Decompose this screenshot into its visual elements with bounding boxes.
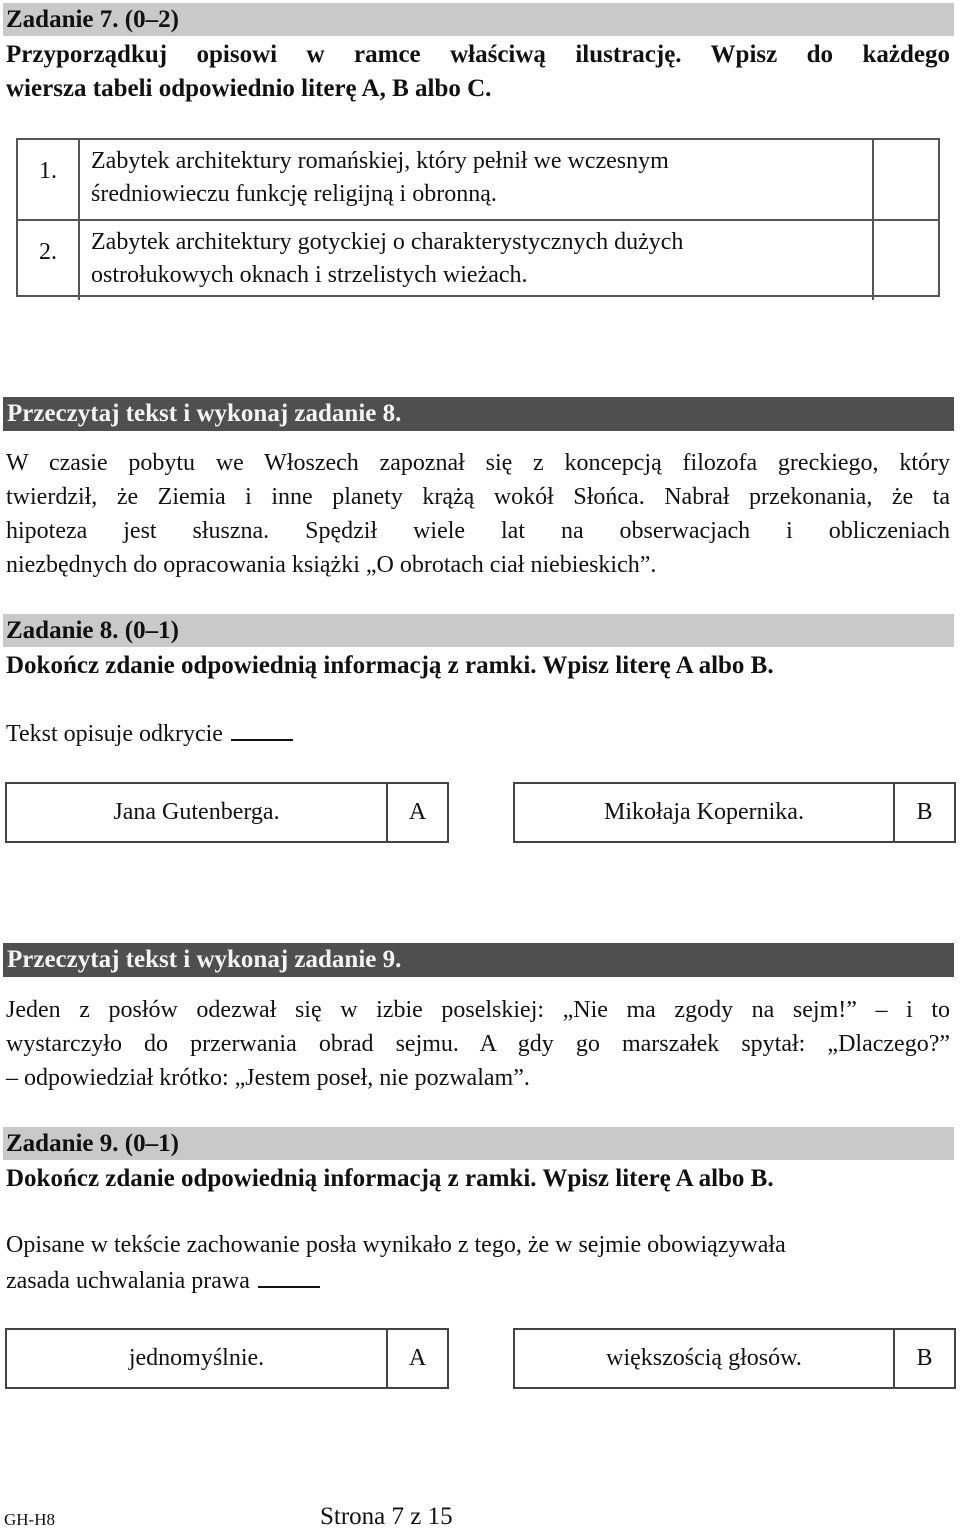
answer-blank[interactable] [230, 715, 293, 741]
task7-instruction-line: Przyporządkuj opisowi w ramce właściwą i… [6, 41, 950, 68]
answer-cell[interactable] [872, 140, 938, 219]
option-letter: B [893, 784, 954, 841]
task7-header-bar: Zadanie 7. (0–2) [3, 3, 954, 36]
row-description-line: ostrołukowych oknach i strzelistych wież… [91, 262, 528, 288]
answer-blank[interactable] [257, 1262, 320, 1288]
task9-sentence: Opisane w tekście zachowanie posła wynik… [6, 1228, 950, 1298]
task8-sentence-wrap: Tekst opisuje odkrycie [6, 715, 950, 751]
option-text: Mikołaja Kopernika. [604, 799, 804, 825]
task7-header: Zadanie 7. (0–2) [6, 6, 179, 33]
task8-header: Zadanie 8. (0–1) [6, 617, 179, 644]
reading8-header-bar: Przeczytaj tekst i wykonaj zadanie 8. [3, 397, 954, 431]
footer-code: GH-H8 [4, 1510, 55, 1529]
page-number: Strona 7 z 15 [320, 1503, 453, 1530]
answer-cell[interactable] [872, 221, 938, 300]
option-a-box: Jana Gutenberga. A [5, 782, 449, 843]
option-text: jednomyślnie. [128, 1345, 265, 1371]
task9-header: Zadanie 9. (0–1) [6, 1130, 179, 1157]
task8-instruction: Dokończ zdanie odpowiednią informacją z … [6, 652, 774, 679]
option-text: Jana Gutenberga. [113, 799, 280, 825]
task9-sentence-line: zasada uchwalania prawa [6, 1268, 250, 1294]
option-letter: B [893, 1330, 954, 1387]
table-row: 2. Zabytek architektury gotyckiej o char… [18, 219, 938, 300]
row-number: 1. [18, 140, 80, 219]
task7-table: 1. Zabytek architektury romańskiej, któr… [16, 138, 940, 300]
option-letter: A [386, 784, 447, 841]
row-number: 2. [18, 221, 80, 300]
reading8-text: W czasie pobytu we Włoszech zapoznał się… [6, 446, 950, 582]
reading9-text: Jeden z posłów odezwał się w izbie posel… [6, 993, 950, 1095]
reading9-line: wystarczyło do przerwania obrad sejmu. A… [6, 1031, 950, 1057]
option-b-box: Mikołaja Kopernika. B [513, 782, 956, 843]
option-text: większością głosów. [606, 1345, 802, 1371]
task7-instruction: Przyporządkuj opisowi w ramce właściwą i… [6, 38, 950, 106]
option-a-box: jednomyślnie. A [5, 1328, 449, 1389]
reading9-line: – odpowiedział krótko: „Jestem poseł, ni… [6, 1065, 530, 1091]
reading8-line: niezbędnych do opracowania książki „O ob… [6, 552, 657, 578]
row-description-line: Zabytek architektury romańskiej, który p… [91, 148, 669, 174]
reading9-header-bar: Przeczytaj tekst i wykonaj zadanie 9. [3, 943, 954, 977]
task8-header-bar: Zadanie 8. (0–1) [3, 614, 954, 647]
reading8-header: Przeczytaj tekst i wykonaj zadanie 8. [7, 400, 402, 427]
reading8-line: twierdził, że Ziemia i inne planety krąż… [6, 484, 950, 510]
row-description: Zabytek architektury romańskiej, który p… [91, 145, 861, 211]
task9-instruction: Dokończ zdanie odpowiednią informacją z … [6, 1165, 774, 1192]
task7-instruction-line: wiersza tabeli odpowiednio literę A, B a… [6, 75, 492, 102]
task9-header-bar: Zadanie 9. (0–1) [3, 1127, 954, 1160]
task8-sentence: Tekst opisuje odkrycie [6, 721, 223, 747]
option-b-box: większością głosów. B [513, 1328, 956, 1389]
reading8-line: W czasie pobytu we Włoszech zapoznał się… [6, 450, 950, 476]
reading9-line: Jeden z posłów odezwał się w izbie posel… [6, 997, 950, 1023]
row-description-line: średniowieczu funkcję religijną i obronn… [91, 181, 497, 207]
reading9-header: Przeczytaj tekst i wykonaj zadanie 9. [7, 946, 402, 973]
reading8-line: hipoteza jest słuszna. Spędził wiele lat… [6, 518, 950, 544]
task9-sentence-line: Opisane w tekście zachowanie posła wynik… [6, 1232, 786, 1258]
row-description: Zabytek architektury gotyckiej o charakt… [91, 226, 861, 292]
option-letter: A [386, 1330, 447, 1387]
row-description-line: Zabytek architektury gotyckiej o charakt… [91, 229, 684, 255]
table-row: 1. Zabytek architektury romańskiej, któr… [18, 140, 938, 219]
